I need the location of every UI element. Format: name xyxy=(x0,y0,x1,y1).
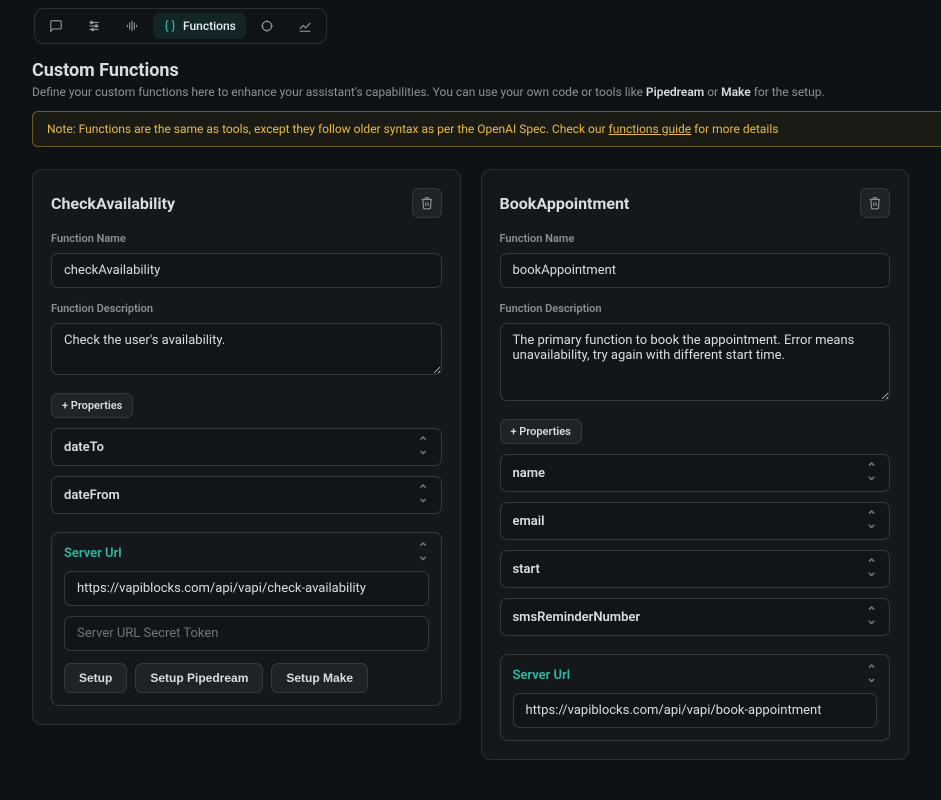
chevron-updown-icon: ⌃⌄ xyxy=(866,609,877,625)
property-row[interactable]: smsReminderNumber ⌃⌄ xyxy=(500,598,891,636)
server-url-input[interactable] xyxy=(513,693,878,728)
property-row[interactable]: dateFrom ⌃⌄ xyxy=(51,476,442,514)
property-row[interactable]: name ⌃⌄ xyxy=(500,454,891,492)
sliders-icon xyxy=(87,19,101,33)
function-card-check-availability: CheckAvailability Function Name Function… xyxy=(32,169,461,725)
function-name-input[interactable] xyxy=(500,253,891,288)
server-url-label: Server Url xyxy=(513,668,571,683)
add-properties-button[interactable]: + Properties xyxy=(500,419,582,444)
tab-chat[interactable] xyxy=(39,13,73,39)
function-desc-input[interactable] xyxy=(500,323,891,401)
chat-icon xyxy=(49,19,63,33)
setup-pipedream-button[interactable]: Setup Pipedream xyxy=(135,663,263,693)
chevron-updown-icon: ⌃⌄ xyxy=(418,545,429,561)
server-url-box: Server Url ⌃⌄ Setup Setup Pipedream Setu… xyxy=(51,532,442,706)
server-secret-input[interactable] xyxy=(64,616,429,651)
tab-analytics[interactable] xyxy=(288,13,322,39)
chevron-updown-icon: ⌃⌄ xyxy=(866,561,877,577)
trash-icon xyxy=(868,196,882,210)
target-icon xyxy=(260,19,274,33)
function-title: BookAppointment xyxy=(500,194,630,213)
server-url-box: Server Url ⌃⌄ xyxy=(500,654,891,741)
function-icon xyxy=(163,19,177,33)
note-banner: Note: Functions are the same as tools, e… xyxy=(32,111,941,147)
function-card-book-appointment: BookAppointment Function Name Function D… xyxy=(481,169,910,760)
chevron-updown-icon: ⌃⌄ xyxy=(866,513,877,529)
chart-icon xyxy=(298,19,312,33)
property-row[interactable]: start ⌃⌄ xyxy=(500,550,891,588)
functions-columns: CheckAvailability Function Name Function… xyxy=(32,169,909,760)
delete-function-button[interactable] xyxy=(860,188,890,218)
property-row[interactable]: dateTo ⌃⌄ xyxy=(51,428,442,466)
chevron-updown-icon: ⌃⌄ xyxy=(866,465,877,481)
function-name-label: Function Name xyxy=(500,232,891,245)
function-name-input[interactable] xyxy=(51,253,442,288)
tab-functions-label: Functions xyxy=(183,19,236,33)
waveform-icon xyxy=(125,19,139,33)
function-desc-input[interactable] xyxy=(51,323,442,375)
function-name-label: Function Name xyxy=(51,232,442,245)
tab-target[interactable] xyxy=(250,13,284,39)
setup-make-button[interactable]: Setup Make xyxy=(271,663,368,693)
tab-group: Functions xyxy=(34,8,327,44)
tab-bar: Functions xyxy=(0,0,941,44)
server-url-label: Server Url xyxy=(64,546,122,561)
function-desc-label: Function Description xyxy=(500,302,891,315)
delete-function-button[interactable] xyxy=(412,188,442,218)
functions-guide-link[interactable]: functions guide xyxy=(609,122,692,136)
function-desc-label: Function Description xyxy=(51,302,442,315)
setup-button[interactable]: Setup xyxy=(64,663,127,693)
property-row[interactable]: email ⌃⌄ xyxy=(500,502,891,540)
tab-voice[interactable] xyxy=(115,13,149,39)
page-description: Define your custom functions here to enh… xyxy=(32,85,909,99)
chevron-updown-icon: ⌃⌄ xyxy=(418,487,429,503)
page-title: Custom Functions xyxy=(32,60,909,81)
trash-icon xyxy=(420,196,434,210)
chevron-updown-icon: ⌃⌄ xyxy=(866,667,877,683)
tab-functions[interactable]: Functions xyxy=(153,13,246,39)
add-properties-button[interactable]: + Properties xyxy=(51,393,133,418)
page: Custom Functions Define your custom func… xyxy=(0,44,941,800)
server-url-input[interactable] xyxy=(64,571,429,606)
tab-sliders[interactable] xyxy=(77,13,111,39)
function-title: CheckAvailability xyxy=(51,194,175,213)
chevron-updown-icon: ⌃⌄ xyxy=(418,439,429,455)
